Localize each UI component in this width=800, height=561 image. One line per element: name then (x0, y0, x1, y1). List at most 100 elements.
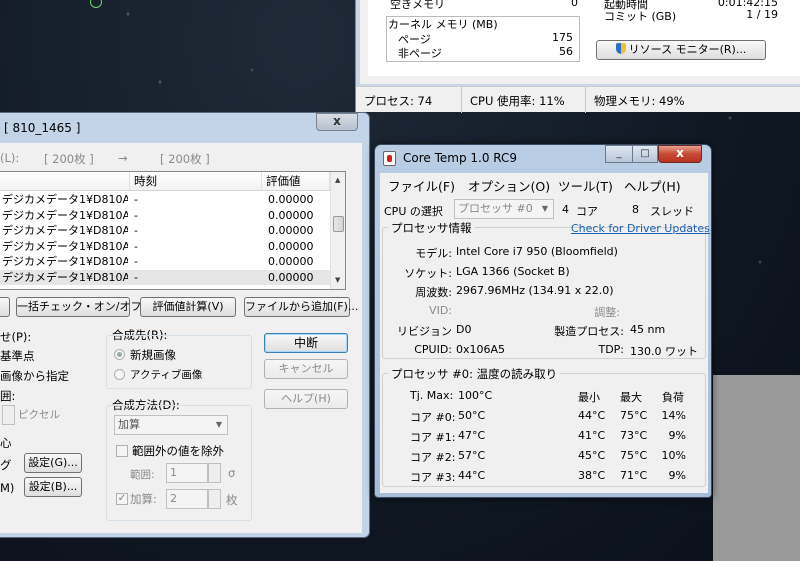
stop-button[interactable]: 中断 (264, 333, 348, 353)
cpu-select[interactable]: プロセッサ #0 ▼ (454, 199, 554, 219)
modulation-label: 調整: (594, 306, 620, 319)
cancel-button[interactable]: キャンセル (264, 359, 348, 379)
minimize-button[interactable]: _ (605, 145, 633, 163)
core-load: 14% (661, 409, 686, 422)
resource-monitor-button[interactable]: リソース モニター(R)... (596, 40, 766, 60)
row-score: 0.00000 (268, 224, 314, 237)
dialog-title: [ 810_1465 ] (4, 121, 81, 135)
align-opt-reference[interactable]: 基準点 (0, 348, 35, 364)
core-temp: 47°C (458, 429, 486, 442)
cores-count: 4 (562, 203, 569, 216)
table-row[interactable]: デジカメデータ1¥D810A¥... - 0.00000 (0, 192, 330, 208)
row-score: 0.00000 (268, 255, 314, 268)
list-header-score[interactable]: 評価値 (262, 172, 330, 191)
setting-g-button[interactable]: 設定(G)... (24, 453, 82, 473)
process-count: プロセス: 74 (356, 87, 462, 113)
table-row[interactable]: デジカメデータ1¥D810A¥... - 0.00000 (0, 223, 330, 239)
list-left-button[interactable] (0, 297, 10, 317)
model-label: モデル: (415, 247, 452, 260)
add-unit: 枚 (226, 493, 238, 507)
align-opt-from-image[interactable]: 画像から指定 (0, 368, 69, 384)
row-time: - (134, 255, 138, 268)
add-checkbox[interactable]: ✓ (116, 493, 128, 505)
count-arrow: → (118, 151, 128, 165)
dialog-client: (L): [ 200枚 ] → [ 200枚 ] 時刻 評価値 デジカメデータ1… (0, 143, 362, 533)
cores-label: コア (576, 205, 598, 218)
add-input[interactable]: 2 (166, 489, 208, 509)
exclude-out-of-range-checkbox[interactable] (116, 445, 128, 457)
target-new-radio[interactable] (114, 349, 125, 360)
align-unit: ピクセル (18, 409, 60, 421)
row-file: デジカメデータ1¥D810A¥... (2, 208, 128, 222)
core-min: 45°C (578, 449, 606, 462)
target-active-label: アクティブ画像 (130, 369, 203, 381)
help-button[interactable]: ヘルプ(H) (264, 389, 348, 409)
temperature-header: プロセッサ #0: 温度の読み取り (388, 366, 561, 382)
threads-label: スレッド (650, 205, 694, 218)
driver-update-link[interactable]: Check for Driver Updates (571, 222, 710, 235)
chevron-down-icon: ▼ (215, 420, 223, 429)
image-list[interactable]: 時刻 評価値 デジカメデータ1¥D810A¥... - 0.00000 デジカメ… (0, 171, 346, 290)
close-icon: x (676, 146, 684, 160)
add-label: 加算: (130, 492, 157, 506)
table-row[interactable]: デジカメデータ1¥D810A¥... - 0.00000 (0, 239, 330, 255)
target-active-radio[interactable] (114, 369, 125, 380)
scroll-thumb[interactable] (333, 216, 344, 232)
nonpaged-label: 非ページ (398, 47, 442, 60)
method-select-value: 加算 (118, 418, 140, 431)
align-center: 心 (0, 436, 12, 450)
table-row[interactable]: デジカメデータ1¥D810A¥... - 0.00000 (0, 254, 330, 270)
add-from-file-button[interactable]: ファイルから追加(F)... (244, 297, 358, 317)
cpuid-value: 0x106A5 (456, 343, 506, 356)
row-file: デジカメデータ1¥D810A¥... (2, 270, 128, 284)
maximize-button[interactable]: □ (632, 145, 658, 163)
list-header-time[interactable]: 時刻 (130, 172, 262, 191)
maximize-icon: □ (640, 148, 650, 159)
align-header: せ(P): (0, 330, 32, 344)
vid-label: VID: (429, 304, 452, 317)
memory-stats-area: 空きメモリ 0 起動時間 0:01:42:15 カーネル メモリ (MB) ペー… (368, 0, 800, 76)
core-temp: 44°C (458, 469, 486, 482)
core-temp-close-button[interactable]: x (658, 145, 702, 163)
setting2-prefix: M) (0, 481, 15, 495)
core-temp-body: CPU の選択 プロセッサ #0 ▼ 4 コア 8 スレッド プロセッサ情報 Ch… (380, 193, 710, 493)
range-input[interactable]: 1 (166, 463, 208, 483)
scroll-down-icon[interactable]: ▼ (335, 276, 340, 284)
row-time: - (134, 270, 138, 284)
row-time: - (134, 224, 138, 237)
range-label: 範囲: (130, 469, 155, 481)
chevron-down-icon: ▼ (541, 204, 549, 213)
scroll-up-icon[interactable]: ▲ (335, 176, 340, 184)
kernel-memory-header: カーネル メモリ (MB) (388, 18, 498, 31)
row-file: デジカメデータ1¥D810A¥... (2, 255, 128, 268)
row-file: デジカメデータ1¥D810A¥... (2, 239, 128, 253)
setting-b-button[interactable]: 設定(B)... (24, 477, 82, 497)
revision-value: D0 (456, 323, 472, 336)
table-row[interactable]: デジカメデータ1¥D810A¥... - 0.00000 (0, 269, 330, 285)
close-button[interactable]: x (316, 113, 358, 131)
cpu-usage: CPU 使用率: 11% (462, 87, 586, 113)
free-memory-value: 0 (571, 0, 578, 9)
bulk-check-button[interactable]: 一括チェック・オン/オフ(I) (16, 297, 153, 317)
align-range-spinner[interactable] (2, 405, 15, 425)
core-label: コア #3: (410, 471, 456, 484)
status-bar: プロセス: 74 CPU 使用率: 11% 物理メモリ: 49% (356, 86, 800, 113)
core-label: コア #2: (410, 451, 456, 464)
calc-score-button[interactable]: 評価値計算(V) (140, 297, 236, 317)
method-select[interactable]: 加算 ▼ (114, 415, 228, 435)
core-load: 9% (668, 429, 686, 442)
table-row[interactable]: デジカメデータ1¥D810A¥... - 0.00000 (0, 208, 330, 224)
free-memory-label: 空きメモリ (390, 0, 445, 11)
col-min-header: 最小 (578, 391, 600, 404)
count-from: [ 200枚 ] (44, 152, 94, 166)
close-icon: x (333, 114, 341, 128)
lithography-value: 45 nm (630, 323, 666, 336)
add-spinner[interactable] (208, 489, 221, 509)
list-scrollbar[interactable]: ▲ ▼ (330, 172, 345, 289)
menu-bar: ファイル(F) オプション(O) ツール(T) ヘルプ(H) (380, 173, 708, 194)
range-spinner[interactable] (208, 463, 221, 483)
list-header-file[interactable] (0, 172, 130, 191)
core-max: 73°C (620, 429, 648, 442)
resource-monitor-button-label: リソース モニター(R)... (628, 43, 747, 56)
exclude-out-of-range-label: 範囲外の値を除外 (132, 444, 224, 458)
